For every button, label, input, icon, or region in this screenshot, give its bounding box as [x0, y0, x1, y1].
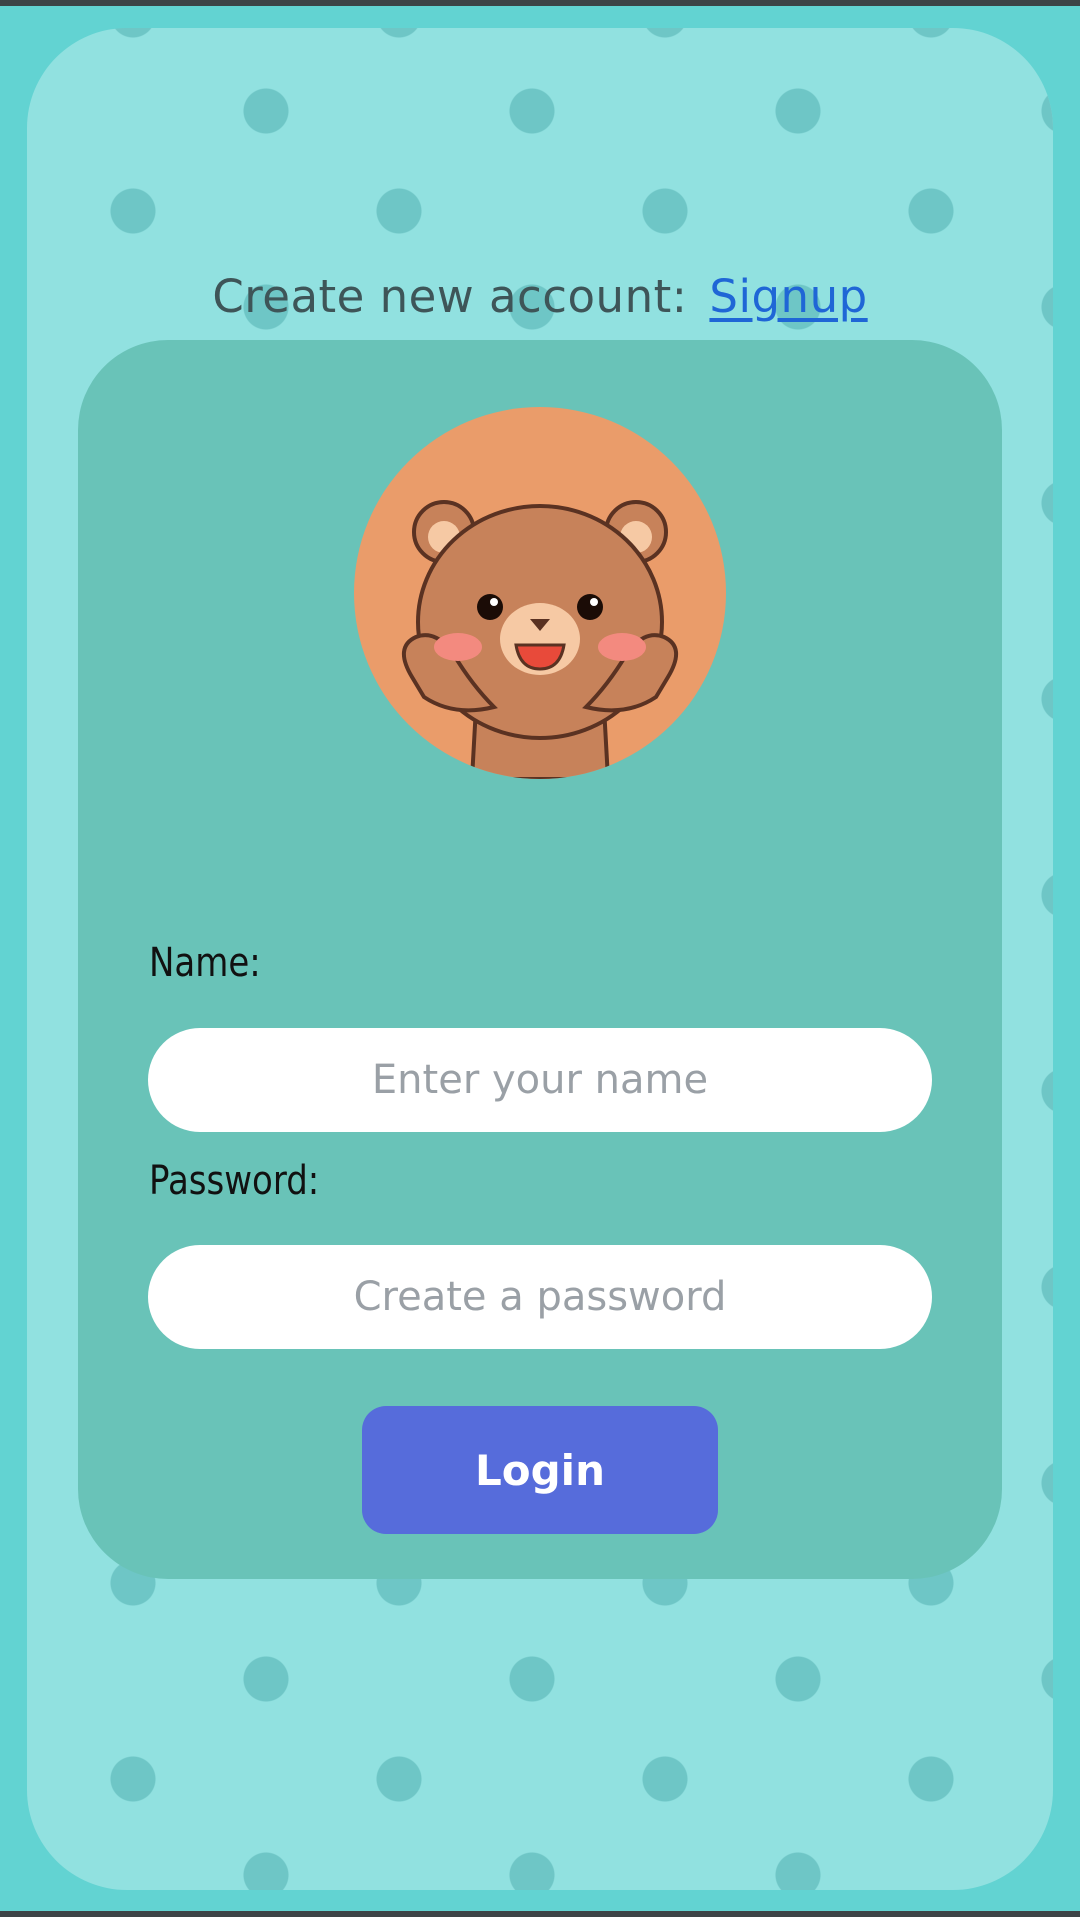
- signup-prompt: Create new account:: [212, 270, 688, 323]
- login-card: Name: Password: Login: [78, 340, 1002, 1579]
- name-label: Name:: [149, 940, 261, 986]
- bear-icon: [402, 500, 678, 779]
- bottom-bar: [0, 1911, 1080, 1917]
- login-button[interactable]: Login: [362, 1406, 718, 1534]
- avatar: [354, 407, 726, 779]
- password-input[interactable]: [148, 1245, 932, 1349]
- name-input[interactable]: [148, 1028, 932, 1132]
- top-status-bar: [0, 0, 1080, 6]
- signup-row: Create new account: Signup: [0, 270, 1080, 323]
- password-label: Password:: [149, 1158, 320, 1204]
- signup-link[interactable]: Signup: [709, 270, 867, 323]
